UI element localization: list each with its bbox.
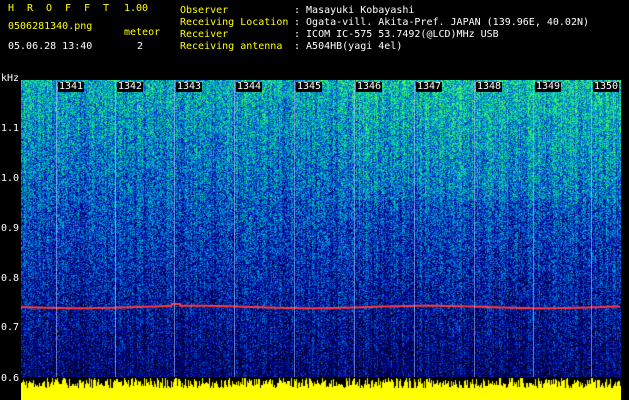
header-panel: H R O F F T 1.00 0506281340.png meteor 0…	[0, 0, 629, 80]
title-letter: H	[8, 3, 15, 14]
minute-label: 1341	[58, 81, 85, 92]
y-axis-tick: 1.1	[1, 123, 20, 134]
info-label: Receiving Location	[180, 17, 289, 28]
capture-datetime: 05.06.28 13:40	[8, 41, 93, 52]
title-letter: O	[46, 3, 53, 14]
minute-marker	[591, 80, 592, 377]
meteor-count: 2	[137, 41, 144, 52]
y-axis-tick: 0.9	[1, 223, 20, 234]
title-letter: F	[65, 3, 72, 14]
minute-marker	[533, 80, 534, 377]
y-axis-tick: 0.8	[1, 273, 20, 284]
spectrogram-panel: kHz 1.1 1.0 0.9 0.8 0.7 0.6 1341 1342 13…	[0, 74, 629, 400]
y-axis-tick: 0.7	[1, 322, 20, 333]
minute-marker	[56, 80, 57, 377]
minute-label: 1342	[117, 81, 144, 92]
minute-label: 1348	[476, 81, 503, 92]
meteor-activity-band	[21, 377, 621, 400]
title-letter: R	[27, 3, 34, 14]
title-letter: T	[103, 3, 110, 14]
hrofft-window: H R O F F T 1.00 0506281340.png meteor 0…	[0, 0, 629, 400]
info-value: : Ogata-vill. Akita-Pref. JAPAN (139.96E…	[294, 17, 590, 28]
minute-marker	[174, 80, 175, 377]
info-value: : ICOM IC-575 53.7492(@LCD)MHz USB	[294, 29, 499, 40]
minute-label: 1343	[176, 81, 203, 92]
minute-marker	[115, 80, 116, 377]
minute-label: 1345	[296, 81, 323, 92]
minute-label: 1347	[416, 81, 443, 92]
file-name: 0506281340.png	[8, 21, 93, 32]
info-label: Observer	[180, 5, 229, 16]
minute-marker	[294, 80, 295, 377]
info-label: Receiving antenna	[180, 41, 283, 52]
minute-label: 1344	[236, 81, 263, 92]
info-value: : A504HB(yagi 4el)	[294, 41, 403, 52]
minute-label: 1346	[356, 81, 383, 92]
app-version: 1.00	[124, 3, 149, 14]
minute-marker	[354, 80, 355, 377]
spectrogram-image	[21, 80, 621, 400]
minute-label: 1350	[593, 81, 620, 92]
info-label: Receiver	[180, 29, 229, 40]
minute-marker	[234, 80, 235, 377]
info-value: : Masayuki Kobayashi	[294, 5, 415, 16]
y-axis-tick: 1.0	[1, 173, 20, 184]
y-axis-unit: kHz	[1, 73, 20, 84]
minute-marker	[414, 80, 415, 377]
minute-label: 1349	[535, 81, 562, 92]
minute-marker	[474, 80, 475, 377]
title-letter: F	[84, 3, 91, 14]
y-axis-tick: 0.6	[1, 373, 20, 384]
meteor-label: meteor	[124, 27, 161, 38]
